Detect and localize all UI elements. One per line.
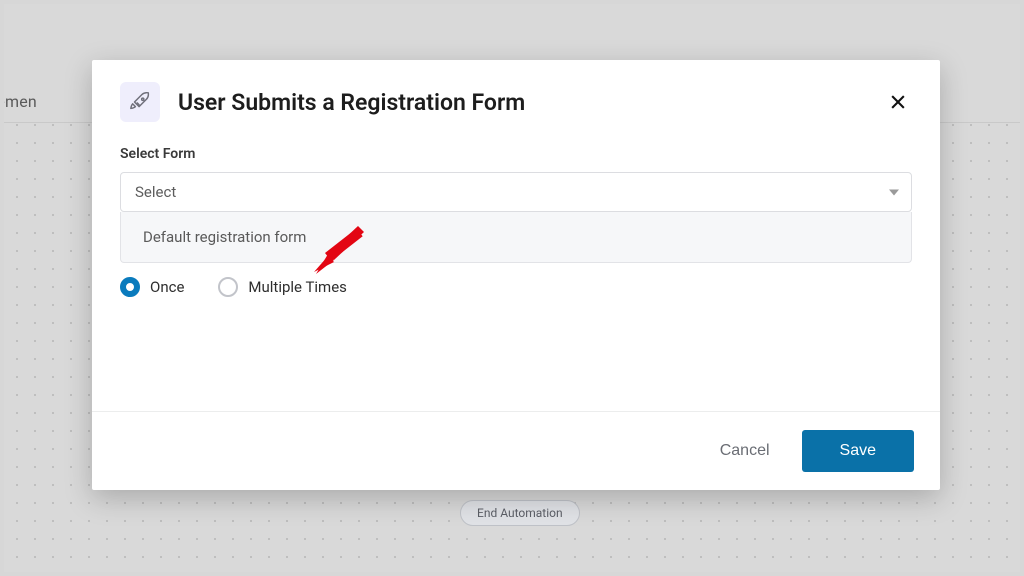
radio-once-label: Once: [150, 278, 184, 296]
modal-body: Select Form Select Default registration …: [92, 132, 940, 411]
radio-indicator-once: [120, 277, 140, 297]
end-automation-label: End Automation: [477, 506, 563, 520]
form-select[interactable]: Select: [120, 172, 912, 212]
radio-multiple-label: Multiple Times: [248, 278, 346, 296]
radio-multiple-times[interactable]: Multiple Times: [218, 277, 346, 297]
run-frequency-group: Once Multiple Times: [120, 277, 912, 297]
form-option-label: Default registration form: [143, 228, 306, 246]
modal-title: User Submits a Registration Form: [178, 89, 866, 116]
close-button[interactable]: [884, 88, 912, 116]
select-form-label: Select Form: [120, 146, 912, 162]
save-button[interactable]: Save: [802, 430, 914, 472]
rocket-icon: [120, 82, 160, 122]
form-select-value: Select: [121, 173, 911, 211]
trigger-config-modal: User Submits a Registration Form Select …: [92, 60, 940, 490]
cancel-button[interactable]: Cancel: [710, 434, 780, 468]
end-automation-pill[interactable]: End Automation: [460, 500, 580, 526]
modal-footer: Cancel Save: [92, 411, 940, 490]
chevron-down-icon: [889, 183, 899, 202]
form-option-default-registration[interactable]: Default registration form: [121, 212, 911, 262]
form-select-dropdown: Default registration form: [120, 212, 912, 263]
radio-once[interactable]: Once: [120, 277, 184, 297]
truncated-sidebar-label: ngagemen: [4, 92, 37, 111]
radio-indicator-multiple: [218, 277, 238, 297]
modal-header: User Submits a Registration Form: [92, 60, 940, 132]
close-icon: [888, 92, 908, 112]
